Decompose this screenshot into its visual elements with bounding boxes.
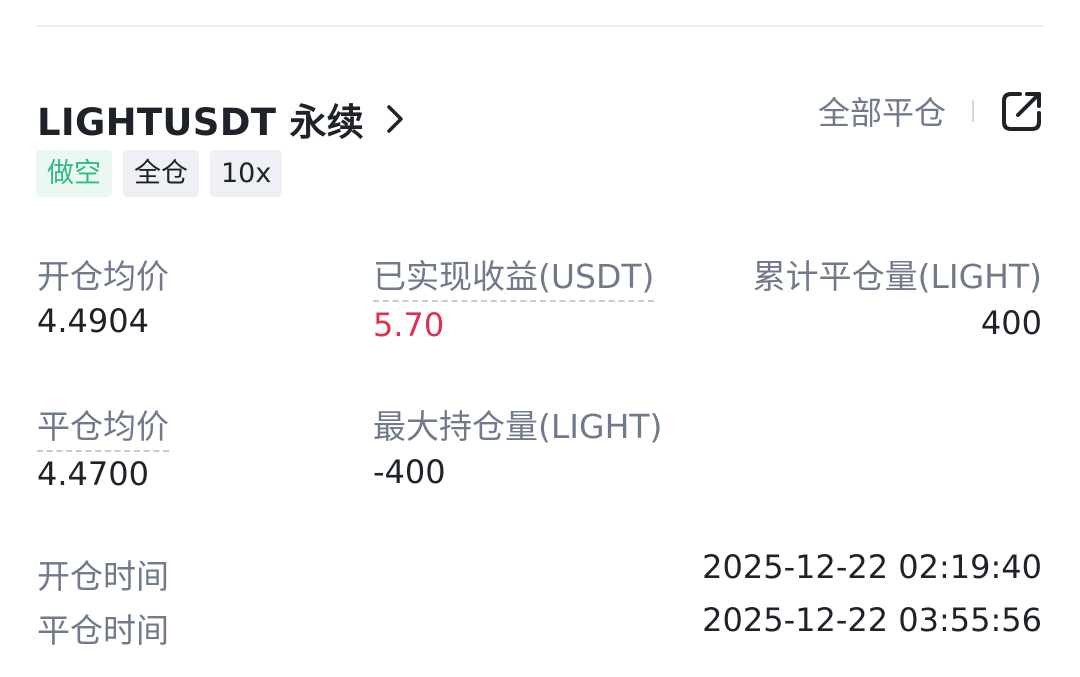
cum-closed-label: 累计平仓量(LIGHT)	[752, 257, 1042, 296]
symbol-title: LIGHTUSDT 永续	[37, 101, 365, 144]
position-tags: 做空 全仓 10x	[36, 150, 293, 197]
max-position-value: -400	[373, 453, 446, 491]
cum-closed-value: 400	[980, 304, 1042, 342]
avg-open-price-label: 开仓均价	[37, 257, 169, 296]
realized-pnl-label[interactable]: 已实现收益(USDT)	[373, 250, 655, 302]
chevron-right-icon	[384, 104, 406, 134]
close-time-value: 2025-12-22 03:55:56	[702, 601, 1042, 639]
max-position-label: 最大持仓量(LIGHT)	[373, 407, 663, 446]
leverage-tag: 10x	[210, 150, 283, 197]
header-actions: 全部平仓	[818, 88, 1044, 134]
close-time-label: 平仓时间	[37, 611, 169, 650]
avg-open-price-value: 4.4904	[37, 302, 149, 340]
open-time-label: 开仓时间	[37, 557, 169, 596]
symbol-link[interactable]: LIGHTUSDT 永续	[37, 92, 406, 146]
action-separator	[972, 100, 974, 122]
share-icon[interactable]	[1000, 89, 1044, 133]
close-all-button[interactable]: 全部平仓	[818, 88, 946, 134]
side-tag: 做空	[36, 150, 112, 197]
realized-pnl-value: 5.70	[373, 306, 445, 344]
open-time-value: 2025-12-22 02:19:40	[702, 548, 1042, 586]
margin-mode-tag: 全仓	[123, 150, 199, 197]
top-divider	[36, 25, 1044, 27]
avg-close-price-value: 4.4700	[37, 455, 149, 493]
avg-close-price-label[interactable]: 平仓均价	[37, 400, 169, 452]
